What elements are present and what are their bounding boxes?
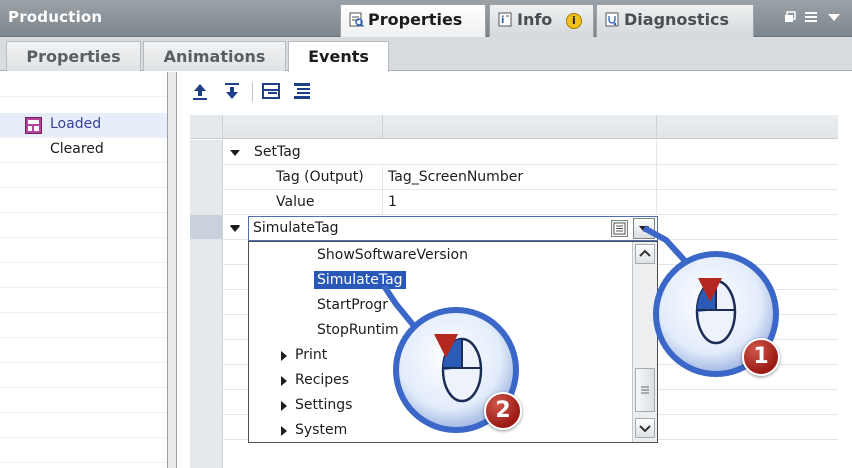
table-row[interactable]: Value 1	[190, 190, 838, 215]
list-item	[0, 288, 167, 313]
events-list: Loaded Cleared	[0, 72, 167, 468]
toolbar-divider	[252, 82, 253, 102]
list-item	[0, 213, 167, 238]
list-item	[0, 238, 167, 263]
event-icon	[25, 117, 42, 134]
callout-step-1: 1	[636, 222, 796, 382]
diagnostics-icon	[605, 12, 620, 27]
row-number-cell	[190, 365, 223, 389]
param-name: Tag (Output)	[276, 169, 364, 185]
event-item-loaded[interactable]: Loaded	[0, 113, 167, 138]
param-value[interactable]: 1	[388, 194, 397, 210]
grid-header	[190, 115, 838, 139]
column-divider	[656, 115, 657, 138]
callout-step-2: 2	[376, 282, 536, 442]
row-number-cell	[190, 165, 223, 189]
column-divider	[382, 190, 383, 214]
row-number-cell	[190, 390, 223, 414]
row-number-cell	[190, 440, 223, 468]
table-row[interactable]: Tag (Output) Tag_ScreenNumber	[190, 165, 838, 190]
row-number-cell	[190, 240, 223, 264]
restore-icon[interactable]	[784, 11, 796, 23]
row-number-cell	[190, 190, 223, 214]
property-subtabs: Properties Animations Events	[0, 37, 852, 72]
param-value[interactable]: Tag_ScreenNumber	[388, 169, 523, 185]
subtab-events[interactable]: Events	[288, 41, 389, 72]
svg-text:i: i	[501, 15, 504, 26]
list-icon[interactable]	[805, 11, 817, 23]
window-title: Production	[8, 8, 103, 26]
dropdown-group[interactable]: Print	[295, 347, 327, 363]
list-item	[0, 363, 167, 388]
table-row	[190, 440, 838, 468]
collapse-all-icon[interactable]	[260, 80, 282, 102]
dropdown-item[interactable]: ShowSoftwareVersion	[317, 247, 468, 263]
column-divider	[382, 115, 383, 138]
function-list-icon[interactable]	[611, 220, 628, 237]
expand-arrow-icon[interactable]	[281, 351, 287, 361]
list-item	[0, 263, 167, 288]
row-number-cell	[190, 340, 223, 364]
pane-splitter[interactable]	[167, 72, 177, 468]
list-item	[0, 188, 167, 213]
column-divider	[656, 190, 657, 214]
column-divider	[656, 165, 657, 189]
info-badge: i	[565, 13, 582, 29]
column-divider	[656, 140, 657, 164]
events-toolbar	[177, 72, 852, 112]
move-up-icon[interactable]	[189, 80, 211, 102]
function-select-combo[interactable]: SimulateTag	[248, 216, 658, 241]
step-badge: 2	[484, 392, 522, 430]
table-row[interactable]: SetTag	[190, 140, 838, 165]
list-item	[0, 338, 167, 363]
event-item-cleared[interactable]: Cleared	[0, 138, 167, 163]
dropdown-group[interactable]: Recipes	[295, 372, 349, 388]
tab-info-label: Info	[517, 10, 553, 29]
title-bar: Production Properties i Info i Diagnosti…	[0, 0, 852, 37]
column-divider	[382, 165, 383, 189]
function-name: SetTag	[254, 144, 301, 160]
row-number-cell	[190, 140, 223, 164]
combo-value[interactable]: SimulateTag	[253, 220, 339, 236]
dropdown-group[interactable]: Settings	[295, 397, 352, 413]
tab-info[interactable]: i Info i	[489, 4, 594, 37]
row-number-cell	[190, 415, 223, 439]
expand-arrow-icon[interactable]	[281, 401, 287, 411]
row-number-cell	[190, 290, 223, 314]
subtab-properties[interactable]: Properties	[6, 41, 141, 71]
tab-properties-label: Properties	[368, 10, 463, 29]
move-down-icon[interactable]	[221, 80, 243, 102]
event-label: Loaded	[50, 116, 102, 132]
list-item	[0, 438, 167, 463]
param-name: Value	[276, 194, 315, 210]
dropdown-group[interactable]: System	[295, 422, 347, 438]
collapse-arrow-icon[interactable]	[230, 150, 240, 156]
step-badge: 1	[742, 338, 780, 376]
tab-properties[interactable]: Properties	[340, 4, 486, 37]
dropdown-arrow-icon[interactable]	[828, 11, 840, 23]
row-number-cell	[190, 315, 223, 339]
list-item	[0, 163, 167, 188]
info-icon: i	[498, 12, 513, 27]
tab-diagnostics-label: Diagnostics	[624, 10, 730, 29]
event-label: Cleared	[50, 141, 104, 157]
expand-all-icon[interactable]	[291, 80, 313, 102]
expand-arrow-icon[interactable]	[281, 376, 287, 386]
expand-arrow-icon[interactable]	[281, 426, 287, 436]
list-item	[0, 413, 167, 438]
row-number-cell	[190, 215, 223, 239]
collapse-arrow-icon[interactable]	[230, 226, 240, 232]
row-number-cell	[190, 265, 223, 289]
list-item	[0, 89, 167, 113]
properties-icon	[349, 12, 365, 28]
scroll-down-icon[interactable]	[635, 418, 655, 438]
list-item	[0, 313, 167, 338]
subtab-animations[interactable]: Animations	[143, 41, 286, 71]
list-item	[0, 388, 167, 413]
row-number-header	[190, 115, 223, 138]
tab-diagnostics[interactable]: Diagnostics	[596, 4, 754, 37]
